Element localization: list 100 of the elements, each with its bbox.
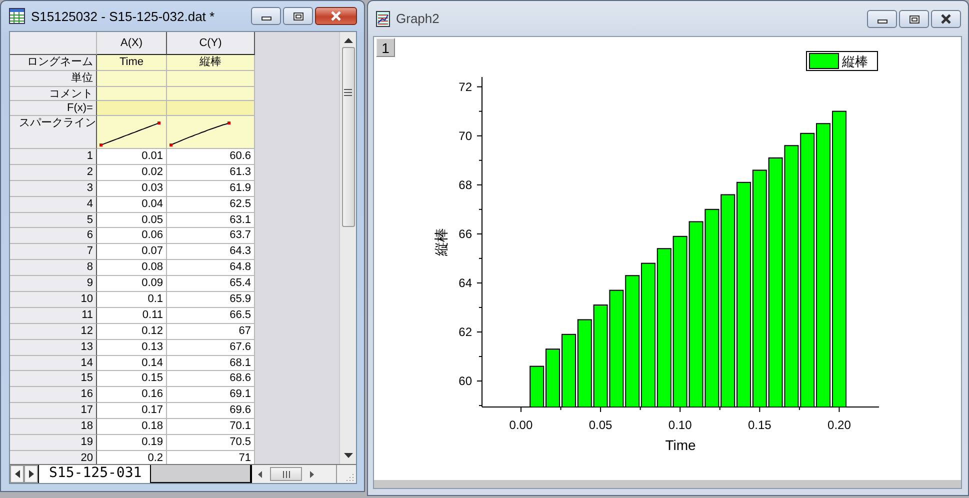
label-cell [97, 71, 167, 87]
row-number[interactable]: 17 [10, 403, 97, 420]
close-icon [940, 14, 952, 24]
bar [546, 348, 560, 408]
table-cell: 67 [167, 324, 255, 340]
table-cell: 0.06 [97, 228, 167, 244]
vertical-scrollbar[interactable] [339, 32, 356, 464]
row-label: F(x)= [10, 101, 97, 116]
table-cell: 64.8 [167, 260, 255, 276]
table-cell: 64.3 [167, 244, 255, 260]
table-cell: 0.08 [97, 260, 167, 276]
close-button[interactable] [315, 7, 357, 25]
horizontal-scrollbar[interactable] [250, 465, 337, 483]
tick-label: 62 [458, 324, 472, 339]
tick-label: 0.00 [509, 418, 533, 432]
table-cell: 63.1 [167, 212, 255, 228]
label-cell [97, 87, 167, 101]
table-cell: 0.05 [97, 212, 167, 228]
right-arrow-icon [310, 470, 314, 478]
column-header[interactable]: C(Y) [167, 32, 255, 55]
minimize-button[interactable] [251, 7, 281, 25]
maximize-button[interactable] [899, 10, 929, 28]
table-cell: 0.2 [97, 450, 167, 464]
table-cell: 70.5 [167, 435, 255, 451]
close-button[interactable] [931, 10, 961, 28]
table-cell: 68.1 [167, 356, 255, 372]
table-cell: 0.07 [97, 244, 167, 260]
row-number[interactable]: 5 [10, 212, 97, 228]
table-cell: 61.9 [167, 180, 255, 197]
table-cell: 69.1 [167, 387, 255, 404]
window-title: Graph2 [396, 11, 440, 26]
row-label: 単位 [10, 71, 97, 87]
tick-label: 72 [458, 80, 472, 94]
table-cell: 65.9 [167, 292, 255, 308]
table-cell: 0.03 [97, 180, 167, 197]
worksheet-icon [9, 8, 25, 24]
tick-label: 68 [458, 178, 472, 192]
maximize-button[interactable] [283, 7, 313, 25]
table-cell: 0.1 [97, 292, 167, 308]
table-cell: 0.11 [97, 308, 167, 324]
legend-label: 縦棒 [842, 55, 868, 70]
axis-title: 縦棒 [433, 228, 449, 256]
row-number[interactable]: 12 [10, 324, 97, 340]
resize-grip-icon [346, 473, 354, 481]
row-number[interactable]: 16 [10, 387, 97, 404]
scroll-thumb[interactable] [342, 47, 354, 227]
table-cell: 0.04 [97, 196, 167, 213]
resize-grip[interactable] [337, 465, 356, 483]
table-cell: 0.18 [97, 419, 167, 436]
restore-icon [292, 12, 304, 20]
grip-icon [282, 470, 290, 478]
row-number[interactable]: 6 [10, 228, 97, 244]
column-header[interactable]: A(X) [97, 32, 167, 55]
row-number[interactable]: 18 [10, 419, 97, 436]
table-cell: 0.13 [97, 340, 167, 356]
sheet-tab[interactable]: S15-125-031 [38, 465, 151, 483]
row-number[interactable]: 15 [10, 371, 97, 388]
table-cell: 71 [167, 450, 255, 464]
close-icon [330, 11, 342, 21]
row-label: ロングネーム [10, 55, 97, 71]
layer-button[interactable]: 1 [376, 38, 395, 57]
row-number[interactable]: 4 [10, 196, 97, 213]
table-cell: 0.01 [97, 149, 167, 165]
table-cell: 61.3 [167, 164, 255, 181]
table-cell: 0.17 [97, 403, 167, 420]
label-cell: Time [97, 55, 167, 71]
row-label: スパークライン [10, 116, 97, 149]
row-number[interactable]: 7 [10, 244, 97, 260]
up-arrow-icon [344, 38, 352, 43]
row-number[interactable]: 19 [10, 435, 97, 451]
table-cell: 66.5 [167, 308, 255, 324]
bar [530, 366, 544, 408]
horizontal-scrollbar[interactable] [374, 480, 961, 488]
down-arrow-icon [344, 453, 352, 458]
row-number[interactable]: 20 [10, 450, 97, 464]
tick-label: 70 [458, 128, 472, 143]
next-sheet-button[interactable] [24, 465, 38, 483]
tick-label: 0.15 [748, 418, 772, 432]
minimize-button[interactable] [867, 10, 897, 28]
row-number[interactable]: 13 [10, 340, 97, 356]
right-arrow-icon [28, 470, 34, 478]
table-cell: 0.12 [97, 324, 167, 340]
previous-sheet-button[interactable] [10, 465, 24, 483]
row-number[interactable]: 9 [10, 276, 97, 292]
tick-label: 0.20 [828, 418, 851, 432]
row-number[interactable]: 1 [10, 149, 97, 165]
scroll-thumb[interactable] [270, 467, 302, 481]
window-title: S15125032 - S15-125-032.dat * [31, 8, 216, 24]
left-arrow-icon [14, 470, 20, 478]
table-cell: 0.02 [97, 164, 167, 181]
axis-title: Time [665, 437, 696, 453]
table-cell: 60.6 [167, 149, 255, 165]
tick-label: 66 [458, 226, 472, 241]
table-cell: 67.6 [167, 340, 255, 356]
row-number[interactable]: 2 [10, 164, 97, 181]
row-number[interactable]: 14 [10, 356, 97, 372]
row-number[interactable]: 3 [10, 180, 97, 197]
row-number[interactable]: 8 [10, 260, 97, 276]
row-number[interactable]: 11 [10, 308, 97, 324]
row-number[interactable]: 10 [10, 292, 97, 308]
